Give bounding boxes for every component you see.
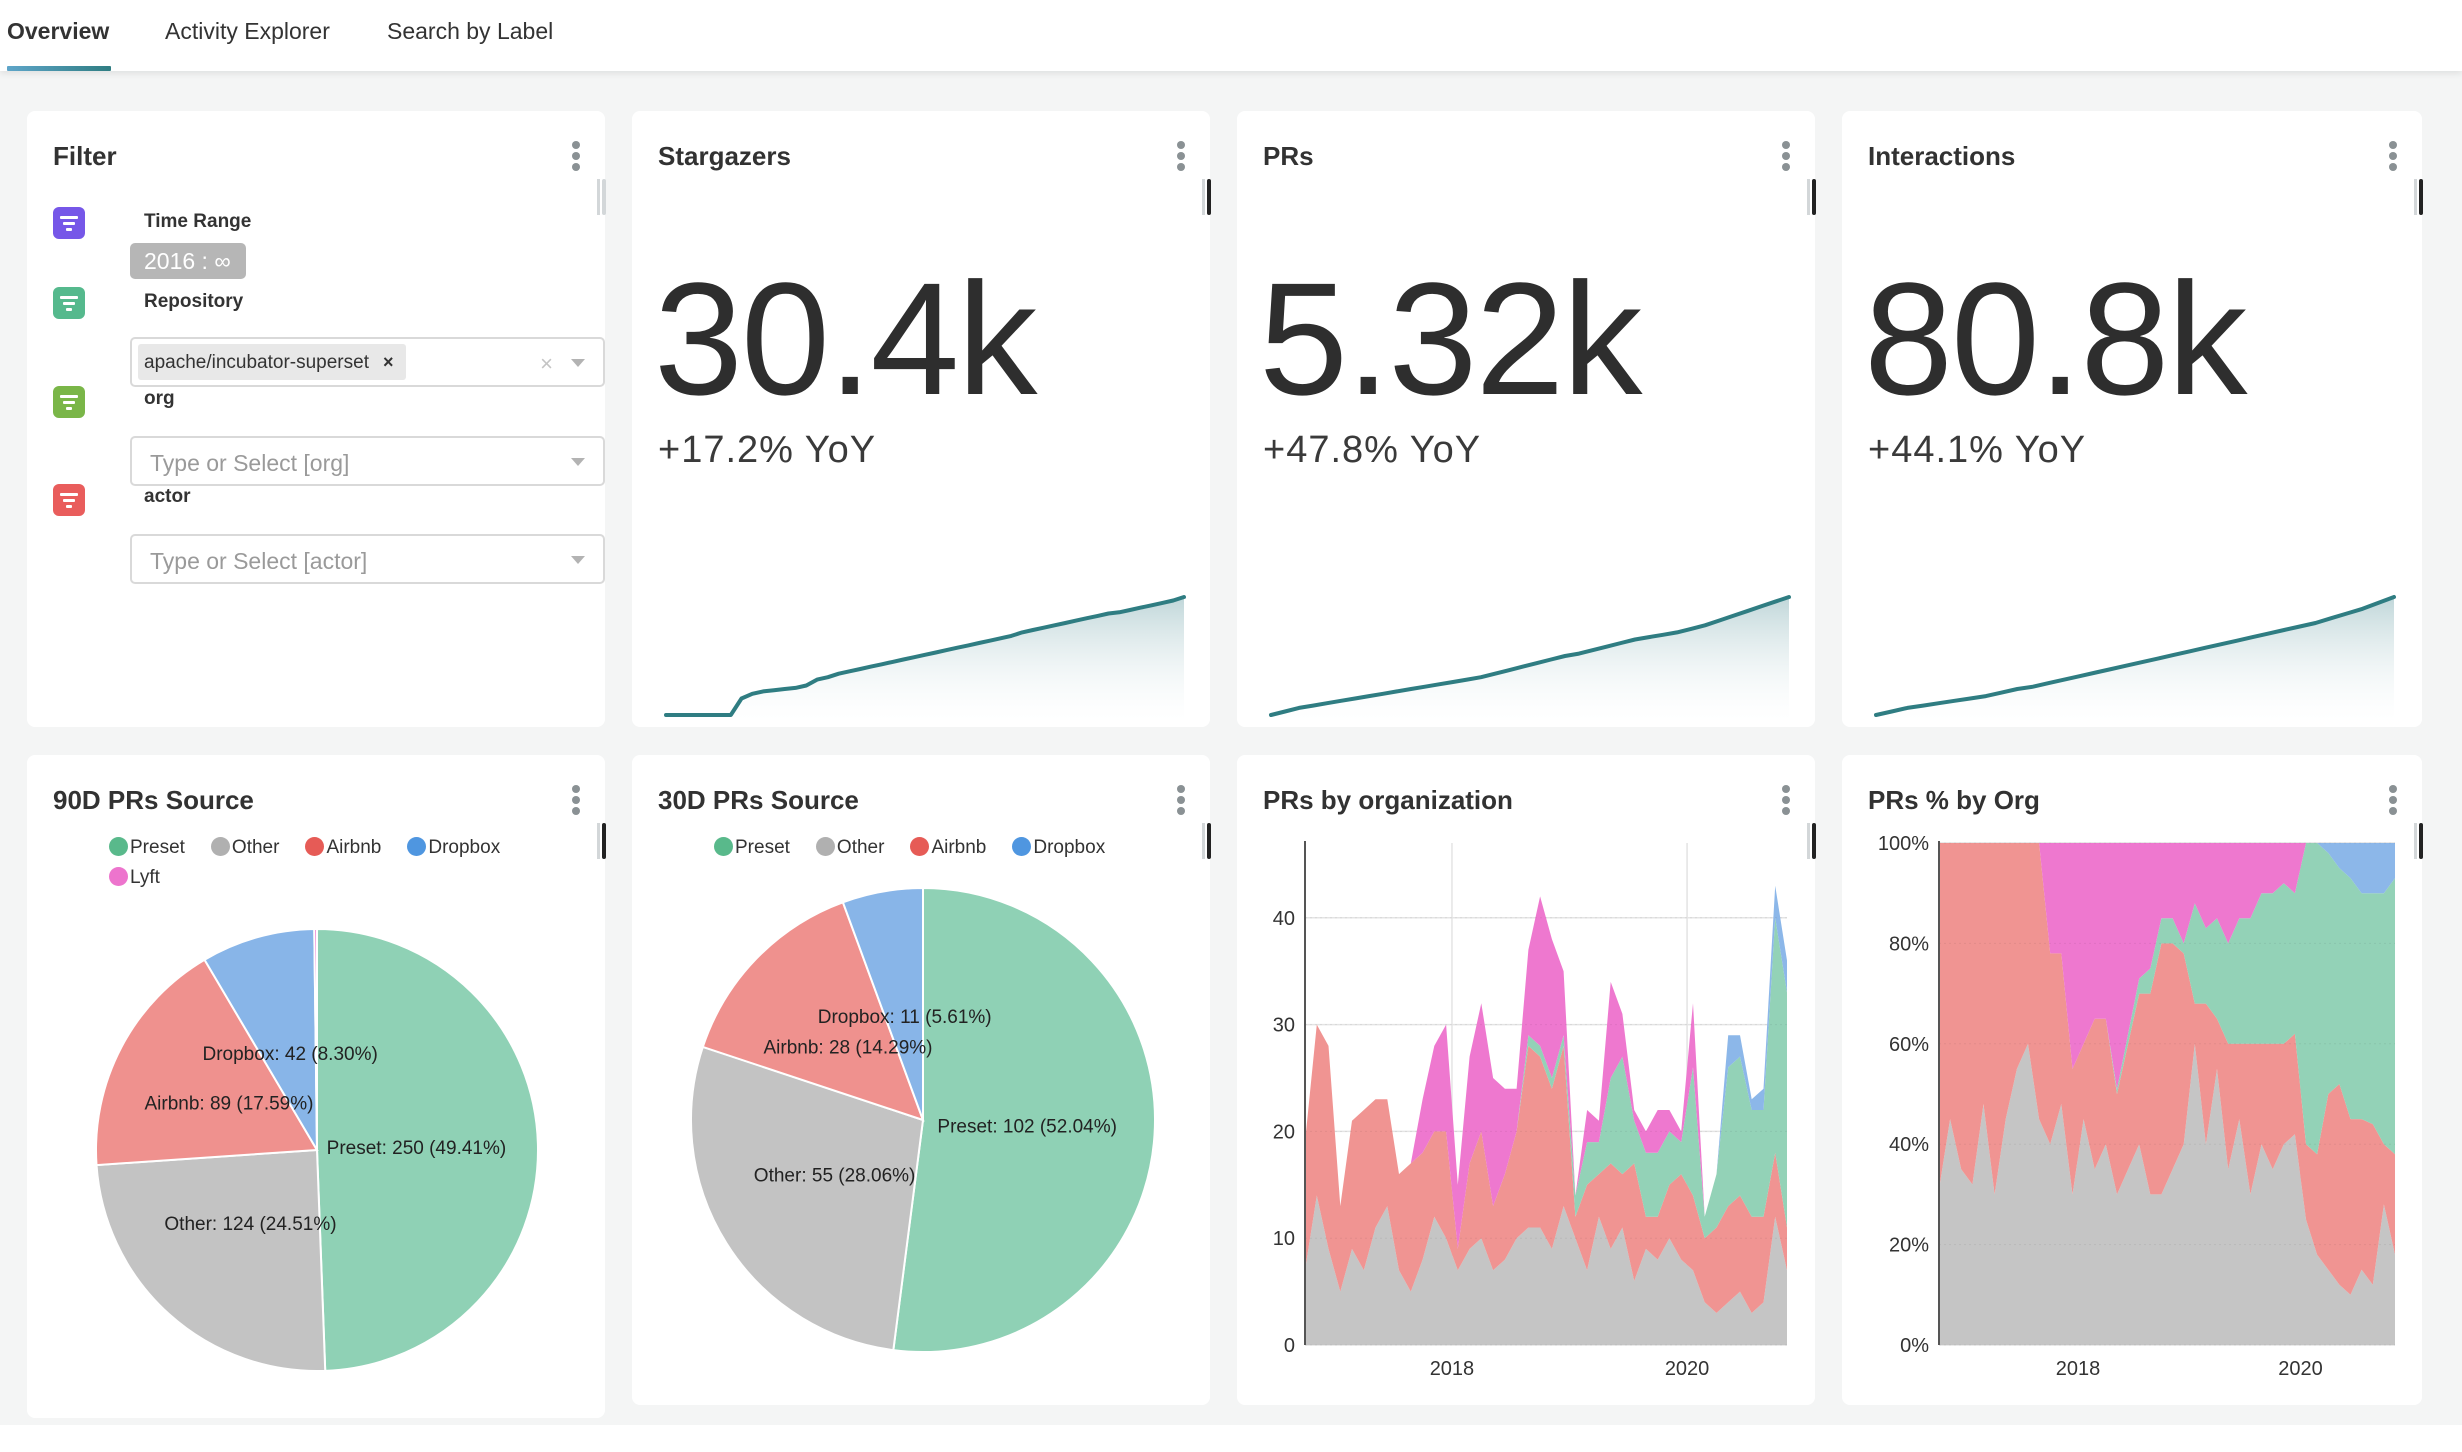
stargazers-card: Stargazers 30.4k +17.2% YoY: [632, 111, 1211, 727]
y-tick-label: 60%: [1889, 1034, 1929, 1056]
pie-label-dropbox: Dropbox: 42 (8.30%): [203, 1044, 378, 1065]
interactions-card: Interactions 80.8k +44.1% YoY: [1842, 111, 2423, 727]
pie-chart: Preset: 102 (52.04%) Other: 55 (28.06%) Ai…: [690, 886, 1156, 1353]
resize-handle[interactable]: [1202, 179, 1211, 215]
yoy-change: +47.8% YoY: [1263, 429, 1482, 471]
filter-label: actor: [144, 486, 191, 507]
clear-icon[interactable]: ×: [540, 351, 553, 377]
resize-handle[interactable]: [1807, 179, 1816, 215]
dashboard-canvas: Filter Time Range 2016 : ∞ Repository ap…: [0, 71, 2462, 1425]
y-tick-label: 0%: [1900, 1335, 1929, 1357]
trendline-chart: [1874, 595, 2396, 721]
tag-label: apache/incubator-superset: [144, 352, 369, 373]
pie-label-preset: Preset: 102 (52.04%): [937, 1117, 1117, 1138]
prs-pct-by-org-card: PRs % by Org 0% 20% 40% 60% 80% 100% 2018 2020: [1842, 755, 2423, 1405]
x-tick-label: 2018: [1430, 1358, 1475, 1380]
pie-label-airbnb: Airbnb: 89 (17.59%): [144, 1094, 313, 1115]
y-tick-label: 80%: [1889, 933, 1929, 955]
tab-activity-explorer[interactable]: Activity Explorer: [165, 18, 330, 45]
y-tick-label: 10: [1273, 1228, 1295, 1250]
pie-slice-other: [95, 1148, 327, 1372]
repository-select[interactable]: apache/incubator-superset × ×: [130, 337, 605, 387]
chevron-down-icon[interactable]: [571, 458, 585, 466]
y-tick-label: 100%: [1878, 833, 1929, 855]
filter-label: Time Range: [144, 211, 252, 232]
resize-handle[interactable]: [597, 179, 606, 215]
prs-card: PRs 5.32k +47.8% YoY: [1237, 111, 1816, 727]
tab-search-by-label[interactable]: Search by Label: [387, 18, 553, 45]
y-tick-label: 0: [1284, 1335, 1295, 1357]
org-select[interactable]: Type or Select [org]: [130, 436, 605, 486]
top-nav-bar: Overview Activity Explorer Search by Lab…: [0, 0, 2462, 71]
trendline-chart: [664, 595, 1186, 721]
pie-label-airbnb: Airbnb: 28 (14.29%): [764, 1037, 933, 1058]
more-options-icon[interactable]: [1176, 141, 1186, 171]
y-tick-label: 20: [1273, 1121, 1295, 1143]
filter-icon: [53, 287, 85, 319]
yoy-change: +17.2% YoY: [658, 429, 877, 471]
filter-icon: [53, 484, 85, 516]
prs-by-org-card: PRs by organization 0 10 20 30 40 2018 2020: [1237, 755, 1816, 1405]
card-title: Interactions: [1868, 141, 2016, 171]
filter-card: Filter Time Range 2016 : ∞ Repository ap…: [27, 111, 606, 727]
x-tick-label: 2020: [1665, 1358, 1710, 1380]
pie-label-preset: Preset: 250 (49.41%): [327, 1138, 507, 1159]
trendline-chart: [1269, 595, 1791, 721]
x-tick-label: 2018: [2056, 1358, 2101, 1380]
resize-handle[interactable]: [2414, 179, 2423, 215]
filter-label: org: [144, 388, 175, 409]
org-placeholder: Type or Select [org]: [150, 450, 350, 476]
stacked-percent-area-chart: 0% 20% 40% 60% 80% 100% 2018 2020: [1878, 833, 2395, 1380]
chevron-down-icon[interactable]: [571, 556, 585, 564]
actor-placeholder: Type or Select [actor]: [150, 548, 368, 574]
pie-label-other: Other: 124 (24.51%): [164, 1214, 336, 1235]
stacked-area-chart: 0 10 20 30 40 2018 2020: [1273, 841, 1787, 1380]
time-range-chip[interactable]: 2016 : ∞: [130, 243, 246, 279]
card-title: PRs: [1263, 141, 1314, 171]
pie-30d-card: 30D PRs Source Preset Other Airbnb Dropbox …: [632, 755, 1211, 1405]
x-tick-label: 2020: [2278, 1358, 2323, 1380]
pie-label-other: Other: 55 (28.06%): [754, 1166, 916, 1187]
y-tick-label: 30: [1273, 1015, 1295, 1037]
more-options-icon[interactable]: [571, 141, 581, 171]
big-number: 30.4k: [654, 249, 1037, 428]
yoy-change: +44.1% YoY: [1868, 429, 2087, 471]
trendline-area: [1271, 597, 1789, 721]
filter-icon: [53, 386, 85, 418]
tab-overview[interactable]: Overview: [7, 18, 109, 45]
y-tick-label: 20%: [1889, 1235, 1929, 1257]
more-options-icon[interactable]: [1781, 141, 1791, 171]
big-number: 5.32k: [1259, 249, 1642, 428]
filter-label: Repository: [144, 291, 244, 312]
more-options-icon[interactable]: [2388, 141, 2398, 171]
remove-tag-icon[interactable]: ×: [383, 352, 394, 372]
chevron-down-icon[interactable]: [571, 359, 585, 367]
actor-select[interactable]: Type or Select [actor]: [130, 534, 605, 584]
big-number: 80.8k: [1864, 249, 2247, 428]
repository-tag: apache/incubator-superset ×: [138, 344, 406, 380]
card-title: Filter: [53, 141, 117, 171]
pie-chart: Preset: 250 (49.41%) Other: 124 (24.51%) A…: [95, 927, 539, 1372]
pie-label-dropbox: Dropbox: 11 (5.61%): [818, 1007, 992, 1028]
y-tick-label: 40: [1273, 908, 1295, 930]
active-tab-indicator: [7, 66, 111, 71]
card-title: Stargazers: [658, 141, 791, 171]
pie-90d-card: 90D PRs Source Preset Other Airbnb DropboxL…: [27, 755, 606, 1418]
filter-icon: [53, 207, 85, 239]
y-tick-label: 40%: [1889, 1134, 1929, 1156]
